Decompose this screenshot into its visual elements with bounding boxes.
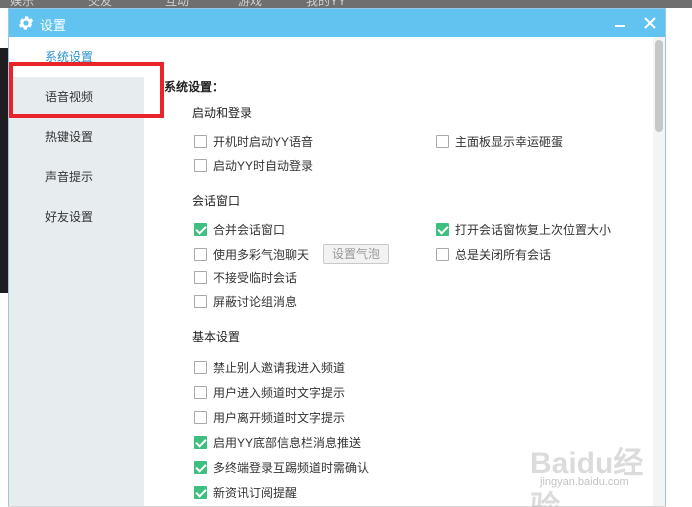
option-label: 打开会话窗恢复上次位置大小: [455, 222, 612, 237]
settings-sidebar: 系统设置 语音视频 热键设置 声音提示 好友设置: [9, 37, 144, 506]
bg-tab: 我的YY: [306, 0, 347, 8]
scrollbar-thumb[interactable]: [655, 40, 663, 132]
settings-dialog: 设置 系统设置 语音视频 热键设置 声音提示 好友设置 系统设置： 启动和登录 …: [8, 8, 666, 506]
minimize-icon: [615, 25, 625, 27]
option-label: 主面板显示幸运砸蛋: [455, 134, 564, 149]
option-news-reminder[interactable]: 新资讯订阅提醒: [194, 484, 297, 500]
option-merge-chat[interactable]: 合并会话窗口: [194, 221, 285, 237]
close-icon: [644, 17, 656, 29]
content-scrollbar[interactable]: [653, 37, 665, 506]
dialog-title: 设置: [40, 18, 67, 33]
option-lucky-egg[interactable]: 主面板显示幸运砸蛋: [436, 133, 563, 149]
option-label: 新资讯订阅提醒: [213, 485, 298, 500]
option-label: 使用多彩气泡聊天: [213, 247, 310, 262]
option-autostart[interactable]: 开机时启动YY语音: [194, 133, 313, 149]
checkbox[interactable]: [194, 247, 207, 261]
background-app-right: [666, 8, 692, 507]
option-bottom-push[interactable]: 启用YY底部信息栏消息推送: [194, 434, 361, 450]
option-autologin[interactable]: 启动YY时自动登录: [194, 157, 313, 173]
checkbox[interactable]: [194, 294, 207, 308]
option-label: 禁止别人邀请我进入频道: [213, 360, 346, 375]
option-multi-device-confirm[interactable]: 多终端登录互踢频道时需确认: [194, 459, 369, 475]
option-reject-temp-chat[interactable]: 不接受临时会话: [194, 269, 297, 285]
bg-tab: 娱乐: [10, 0, 35, 8]
option-label: 总是关闭所有会话: [455, 247, 552, 262]
option-label: 合并会话窗口: [213, 222, 286, 237]
dialog-titlebar[interactable]: 设置: [9, 9, 665, 37]
checkbox[interactable]: [436, 247, 449, 261]
gear-icon: [18, 16, 34, 30]
settings-content: 系统设置： 启动和登录 开机时启动YY语音 主面板显示幸运砸蛋 启动YY时自动登…: [144, 37, 653, 506]
sidebar-item-sound-alerts[interactable]: 声音提示: [9, 157, 144, 197]
sidebar-item-friends[interactable]: 好友设置: [9, 197, 144, 237]
background-app-left: [0, 8, 8, 507]
checkbox[interactable]: [194, 410, 207, 424]
background-app-tabbar: 娱乐 交友 互动 游戏 我的YY: [0, 0, 692, 8]
checkbox[interactable]: [436, 222, 449, 236]
checkbox[interactable]: [194, 385, 207, 399]
option-leave-notice[interactable]: 用户离开频道时文字提示: [194, 409, 345, 425]
option-block-group-msgs[interactable]: 屏蔽讨论组消息: [194, 293, 297, 309]
page-title: 系统设置：: [164, 80, 225, 94]
checkbox[interactable]: [194, 222, 207, 236]
bubble-settings-button[interactable]: 设置气泡: [323, 244, 390, 264]
minimize-button[interactable]: [609, 12, 631, 34]
option-block-invites[interactable]: 禁止别人邀请我进入频道: [194, 359, 345, 375]
checkbox[interactable]: [194, 134, 207, 148]
close-button[interactable]: [639, 12, 661, 34]
option-label: 多终端登录互踢频道时需确认: [213, 460, 370, 475]
checkbox[interactable]: [194, 435, 207, 449]
option-label: 用户进入频道时文字提示: [213, 385, 346, 400]
option-label: 用户离开频道时文字提示: [213, 410, 346, 425]
section-title-basic: 基本设置: [192, 330, 241, 344]
checkbox[interactable]: [194, 360, 207, 374]
option-label: 启用YY底部信息栏消息推送: [213, 435, 362, 450]
checkbox[interactable]: [194, 158, 207, 172]
sidebar-item-system[interactable]: 系统设置: [9, 37, 144, 77]
checkbox[interactable]: [194, 485, 207, 499]
background-image: [0, 48, 8, 293]
option-join-notice[interactable]: 用户进入频道时文字提示: [194, 384, 345, 400]
checkbox[interactable]: [436, 134, 449, 148]
bg-tab: 互动: [165, 0, 190, 8]
option-label: 屏蔽讨论组消息: [213, 294, 298, 309]
sidebar-item-voice-video[interactable]: 语音视频: [9, 77, 144, 117]
checkbox[interactable]: [194, 460, 207, 474]
bg-tab: 游戏: [238, 0, 263, 8]
option-label: 开机时启动YY语音: [213, 134, 314, 149]
option-restore-position[interactable]: 打开会话窗恢复上次位置大小: [436, 221, 611, 237]
option-label: 启动YY时自动登录: [213, 158, 314, 173]
option-close-all[interactable]: 总是关闭所有会话: [436, 246, 551, 262]
option-color-bubbles[interactable]: 使用多彩气泡聊天: [194, 246, 309, 262]
checkbox[interactable]: [194, 270, 207, 284]
section-title-chat-window: 会话窗口: [192, 194, 241, 208]
bg-tab: 交友: [88, 0, 113, 8]
sidebar-item-hotkeys[interactable]: 热键设置: [9, 117, 144, 157]
section-title-startup: 启动和登录: [192, 106, 253, 120]
option-label: 不接受临时会话: [213, 270, 298, 285]
